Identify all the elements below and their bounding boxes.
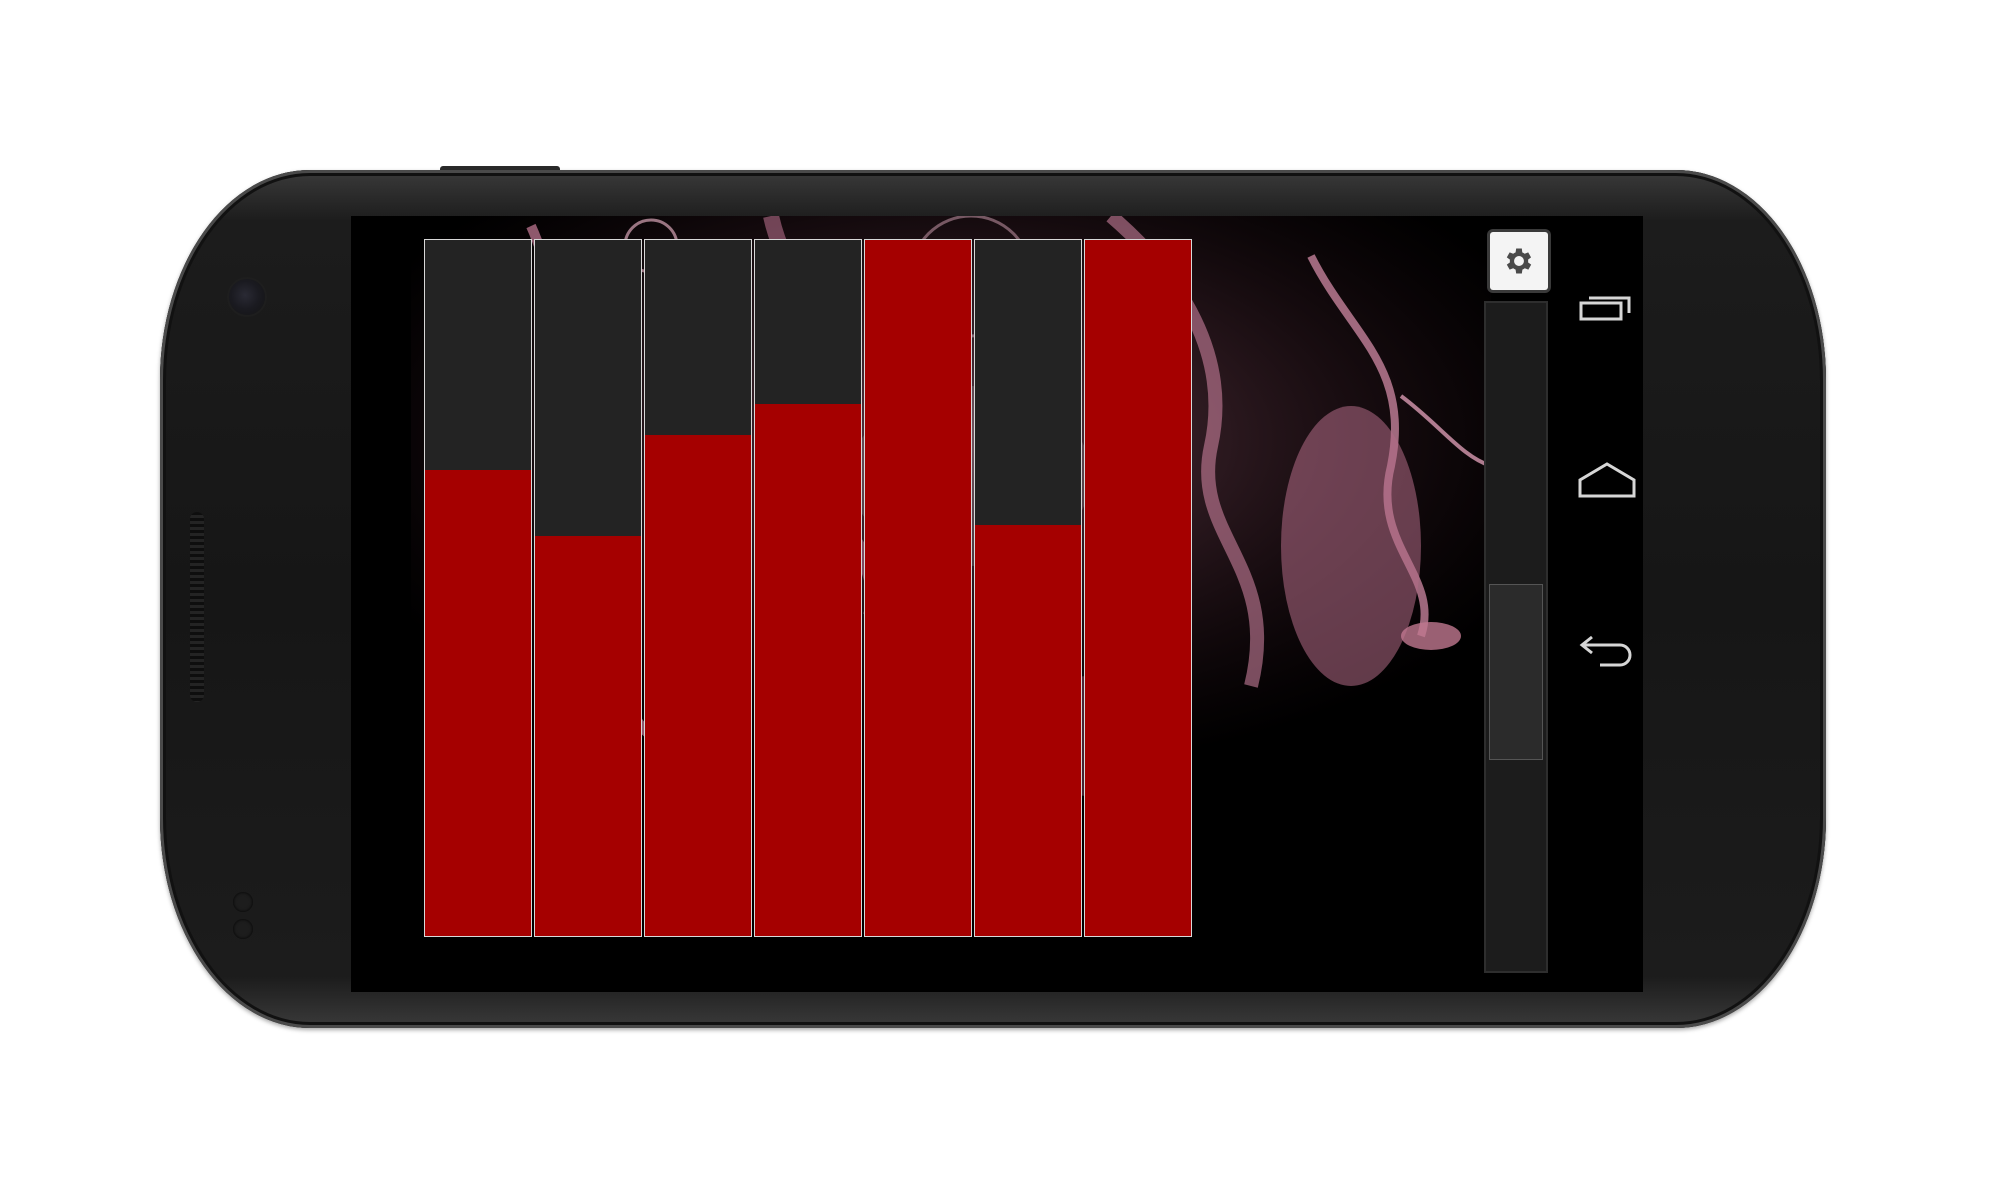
proximity-sensor <box>233 892 253 912</box>
level-slider-4[interactable] <box>754 239 862 937</box>
slider-fill <box>755 403 861 936</box>
slider-fill <box>865 240 971 936</box>
level-slider-1[interactable] <box>424 239 532 937</box>
slider-fill <box>975 525 1081 936</box>
level-slider-7[interactable] <box>1084 239 1192 937</box>
level-slider-3[interactable] <box>644 239 752 937</box>
slider-fill <box>535 535 641 936</box>
screen <box>351 216 1643 992</box>
recent-apps-icon <box>1579 296 1631 321</box>
home-icon <box>1578 462 1636 498</box>
back-icon <box>1579 635 1632 667</box>
settings-button[interactable] <box>1490 232 1548 290</box>
stage <box>0 0 1994 1195</box>
front-camera <box>229 279 265 315</box>
scroll-thumb[interactable] <box>1489 584 1543 760</box>
speaker-grille <box>190 512 204 702</box>
recent-apps-button[interactable] <box>1574 278 1640 338</box>
back-button[interactable] <box>1574 621 1640 681</box>
light-sensor <box>233 919 253 939</box>
gear-icon <box>1506 248 1532 274</box>
slider-fill <box>425 469 531 936</box>
scroll-track[interactable] <box>1484 301 1548 973</box>
slider-fill <box>1085 240 1191 936</box>
level-slider-6[interactable] <box>974 239 1082 937</box>
level-slider-2[interactable] <box>534 239 642 937</box>
home-button[interactable] <box>1574 450 1640 510</box>
slider-fill <box>645 434 751 936</box>
level-slider-5[interactable] <box>864 239 972 937</box>
